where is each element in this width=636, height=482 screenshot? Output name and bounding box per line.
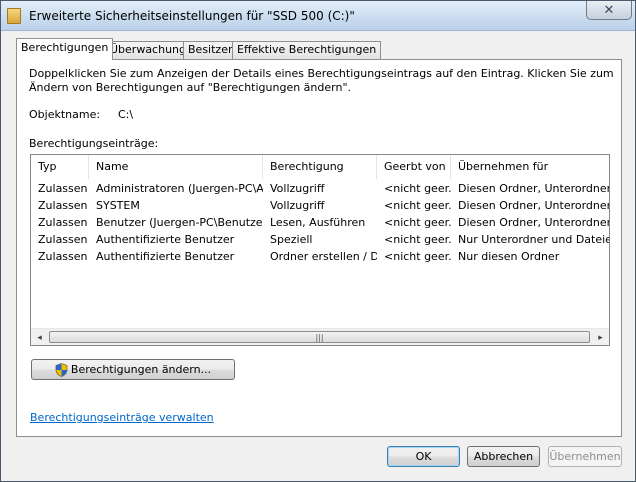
cell-name: Authentifizierte Benutzer bbox=[96, 250, 235, 263]
cell-geerbt-von: <nicht geer... bbox=[384, 216, 451, 229]
entries-label: Berechtigungseinträge: bbox=[29, 137, 159, 150]
object-name-label: Objektname: bbox=[29, 108, 101, 121]
cell-typ: Zulassen bbox=[38, 182, 88, 195]
security-dialog: Erweiterte Sicherheitseinstellungen für … bbox=[0, 0, 636, 482]
cell-geerbt-von: <nicht geer... bbox=[384, 182, 451, 195]
cell-geerbt-von: <nicht geer... bbox=[384, 250, 451, 263]
horizontal-scrollbar[interactable]: ◂ ||| ▸ bbox=[31, 328, 609, 345]
change-permissions-label: Berechtigungen ändern... bbox=[70, 363, 212, 376]
folder-icon bbox=[7, 8, 21, 24]
tab-label: Effektive Berechtigungen bbox=[237, 43, 377, 56]
cell-geerbt-von: <nicht geer... bbox=[384, 233, 451, 246]
column-header-geerbt-von[interactable]: Geerbt von bbox=[377, 155, 451, 179]
tab-ueberwachung[interactable]: Überwachung bbox=[105, 41, 192, 59]
cell-typ: Zulassen bbox=[38, 199, 88, 212]
cell-name: Benutzer (Juergen-PC\Benutzer) bbox=[96, 216, 263, 229]
scroll-left-icon[interactable]: ◂ bbox=[31, 329, 48, 345]
object-name-value: C:\ bbox=[118, 108, 134, 121]
cell-uebernehmen-fuer: Nur Unterordner und Dateien bbox=[458, 233, 609, 246]
tab-label: Überwachung bbox=[110, 43, 187, 56]
change-permissions-button[interactable]: Berechtigungen ändern... bbox=[31, 359, 235, 380]
cell-uebernehmen-fuer: Nur diesen Ordner bbox=[458, 250, 560, 263]
scroll-right-icon[interactable]: ▸ bbox=[592, 329, 609, 345]
cell-uebernehmen-fuer: Diesen Ordner, Unterordner und bbox=[458, 182, 609, 195]
cell-typ: Zulassen bbox=[38, 233, 88, 246]
cell-name: Administratoren (Juergen-PC\Ad... bbox=[96, 182, 263, 195]
window-title: Erweiterte Sicherheitseinstellungen für … bbox=[29, 9, 355, 23]
apply-label: Übernehmen bbox=[549, 450, 621, 463]
table-row[interactable]: Zulassen SYSTEM Vollzugriff <nicht geer.… bbox=[31, 197, 609, 214]
ok-button[interactable]: OK bbox=[387, 446, 460, 467]
table-row[interactable]: Zulassen Authentifizierte Benutzer Spezi… bbox=[31, 231, 609, 248]
close-icon: ✕ bbox=[603, 2, 615, 18]
cell-berechtigung: Vollzugriff bbox=[270, 182, 325, 195]
title-bar[interactable]: Erweiterte Sicherheitseinstellungen für … bbox=[1, 1, 635, 31]
column-header-name[interactable]: Name bbox=[89, 155, 263, 179]
cell-name: Authentifizierte Benutzer bbox=[96, 233, 235, 246]
cell-berechtigung: Speziell bbox=[270, 233, 313, 246]
cancel-button[interactable]: Abbrechen bbox=[467, 446, 540, 467]
column-header-berechtigung[interactable]: Berechtigung bbox=[263, 155, 377, 179]
manage-entries-link[interactable]: Berechtigungseinträge verwalten bbox=[30, 411, 214, 424]
cell-uebernehmen-fuer: Diesen Ordner, Unterordner und bbox=[458, 216, 609, 229]
apply-button: Übernehmen bbox=[548, 446, 622, 467]
close-button[interactable]: ✕ bbox=[586, 1, 632, 20]
cell-name: SYSTEM bbox=[96, 199, 140, 212]
permission-entries-list[interactable]: Typ Name Berechtigung Geerbt von Überneh… bbox=[30, 154, 610, 346]
cell-berechtigung: Lesen, Ausführen bbox=[270, 216, 366, 229]
tab-label: Berechtigungen bbox=[21, 41, 109, 54]
table-row[interactable]: Zulassen Authentifizierte Benutzer Ordne… bbox=[31, 248, 609, 265]
description-text: Doppelklicken Sie zum Anzeigen der Detai… bbox=[29, 67, 614, 94]
table-row[interactable]: Zulassen Administratoren (Juergen-PC\Ad.… bbox=[31, 180, 609, 197]
cell-berechtigung: Ordner erstellen / D... bbox=[270, 250, 377, 263]
ok-label: OK bbox=[415, 450, 432, 463]
scrollbar-thumb[interactable]: ||| bbox=[49, 331, 590, 343]
uac-shield-icon bbox=[55, 362, 68, 377]
tab-besitzer[interactable]: Besitzer bbox=[183, 41, 238, 59]
cancel-label: Abbrechen bbox=[473, 450, 534, 463]
cell-typ: Zulassen bbox=[38, 216, 88, 229]
cell-uebernehmen-fuer: Diesen Ordner, Unterordner und bbox=[458, 199, 609, 212]
tab-effektive-berechtigungen[interactable]: Effektive Berechtigungen bbox=[232, 41, 382, 59]
tab-berechtigungen[interactable]: Berechtigungen bbox=[16, 38, 114, 60]
tab-label: Besitzer bbox=[188, 43, 233, 56]
cell-berechtigung: Vollzugriff bbox=[270, 199, 325, 212]
cell-typ: Zulassen bbox=[38, 250, 88, 263]
column-header-uebernehmen-fuer[interactable]: Übernehmen für bbox=[451, 155, 609, 179]
cell-geerbt-von: <nicht geer... bbox=[384, 199, 451, 212]
grip-icon: ||| bbox=[315, 332, 324, 342]
column-header-typ[interactable]: Typ bbox=[31, 155, 89, 179]
table-row[interactable]: Zulassen Benutzer (Juergen-PC\Benutzer) … bbox=[31, 214, 609, 231]
